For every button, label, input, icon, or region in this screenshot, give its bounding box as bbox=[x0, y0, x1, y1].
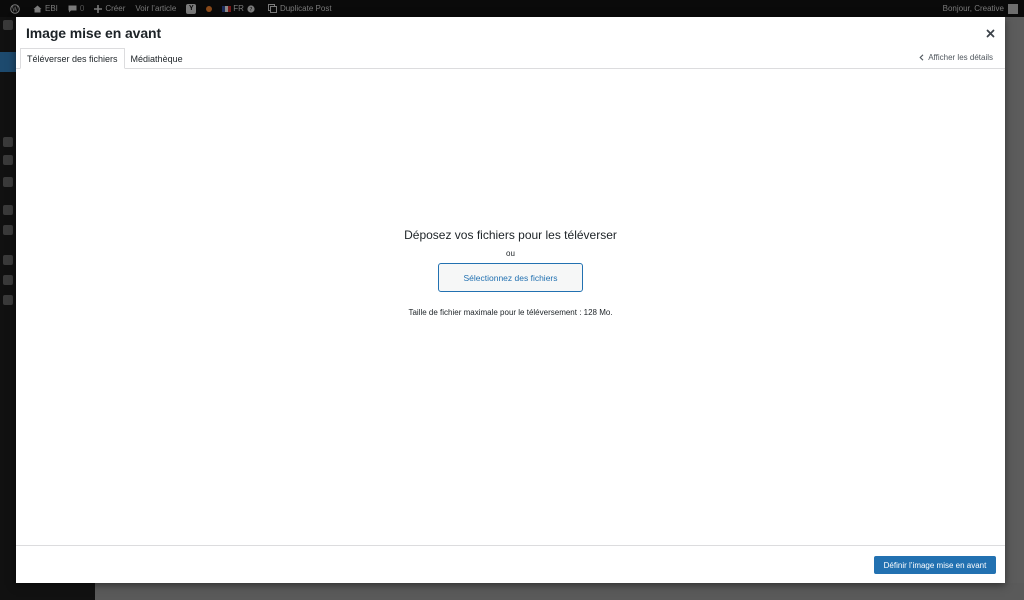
adminbar-duplicate-label: Duplicate Post bbox=[279, 4, 332, 13]
plus-icon bbox=[94, 4, 103, 13]
background-content-bottom bbox=[95, 583, 1024, 600]
chevron-left-icon bbox=[919, 54, 924, 61]
background-sidebar-bottom bbox=[16, 583, 95, 600]
yoast-icon: Y bbox=[186, 3, 197, 14]
adminbar-language[interactable]: FR ? bbox=[222, 4, 258, 13]
drop-zone-title: Déposez vos fichiers pour les téléverser bbox=[404, 228, 617, 242]
adminbar-comments-count: 0 bbox=[79, 4, 85, 13]
close-button[interactable] bbox=[983, 26, 997, 40]
users-icon[interactable] bbox=[3, 225, 13, 235]
close-icon bbox=[986, 29, 994, 37]
status-dot-icon bbox=[206, 5, 213, 12]
max-upload-size: Taille de fichier maximale pour le télév… bbox=[408, 308, 613, 317]
adminbar-view-post-label: Voir l’article bbox=[135, 4, 177, 13]
adminbar-language-label: FR bbox=[233, 4, 244, 13]
home-icon bbox=[33, 5, 42, 12]
adminbar-view-post[interactable]: Voir l’article bbox=[135, 4, 176, 13]
adminbar-create-label: Créer bbox=[105, 4, 126, 13]
adminbar-site-name: EBI bbox=[45, 4, 58, 13]
help-icon: ? bbox=[247, 4, 255, 13]
tabs-divider bbox=[16, 68, 1005, 69]
comment-icon bbox=[68, 5, 77, 12]
adminbar-greeting: Bonjour, Creative bbox=[942, 4, 1004, 13]
show-details-label: Afficher les détails bbox=[928, 53, 993, 62]
sidebar-item-posts[interactable] bbox=[0, 52, 16, 72]
media-icon[interactable] bbox=[3, 177, 13, 187]
flag-fr-icon bbox=[222, 5, 232, 12]
svg-text:W: W bbox=[12, 6, 19, 13]
wordpress-logo-icon[interactable]: W bbox=[10, 3, 23, 14]
svg-text:?: ? bbox=[249, 7, 252, 13]
duplicate-icon bbox=[267, 4, 277, 13]
adminbar-seo-status[interactable] bbox=[206, 5, 213, 12]
settings-icon[interactable] bbox=[3, 255, 13, 265]
show-details-link[interactable]: Afficher les détails bbox=[919, 53, 993, 62]
select-files-button[interactable]: Sélectionnez des fichiers bbox=[438, 263, 583, 292]
pages-icon[interactable] bbox=[3, 155, 13, 165]
adminbar-create[interactable]: Créer bbox=[94, 4, 125, 13]
media-modal: Image mise en avant Téléverser des fichi… bbox=[16, 17, 1005, 583]
dashboard-icon[interactable] bbox=[3, 20, 13, 30]
tools-icon[interactable] bbox=[3, 205, 13, 215]
adminbar-duplicate[interactable]: Duplicate Post bbox=[267, 4, 332, 13]
adminbar-yoast[interactable]: Y bbox=[186, 3, 197, 14]
adminbar-comments[interactable]: 0 bbox=[68, 4, 84, 13]
drop-zone-or: ou bbox=[506, 249, 515, 258]
tab-media-library[interactable]: Médiathèque bbox=[125, 48, 189, 69]
admin-sidebar bbox=[0, 17, 16, 600]
set-featured-image-button[interactable]: Définir l’image mise en avant bbox=[874, 556, 996, 574]
tab-upload-files[interactable]: Téléverser des fichiers bbox=[20, 48, 125, 69]
collapse-icon[interactable] bbox=[3, 295, 13, 305]
seo-icon[interactable] bbox=[3, 275, 13, 285]
admin-bar: W EBI 0 Créer Voir l’article Y FR ? Dupl… bbox=[0, 0, 1024, 17]
toolbar-divider bbox=[16, 545, 1005, 546]
modal-title: Image mise en avant bbox=[26, 25, 162, 41]
media-router: Téléverser des fichiers Médiathèque bbox=[20, 48, 189, 69]
adminbar-account[interactable]: Bonjour, Creative bbox=[943, 0, 1018, 17]
adminbar-site[interactable]: EBI bbox=[33, 4, 58, 13]
avatar bbox=[1008, 3, 1018, 14]
background-content-right bbox=[1005, 17, 1024, 600]
plugin-icon[interactable] bbox=[3, 137, 13, 147]
